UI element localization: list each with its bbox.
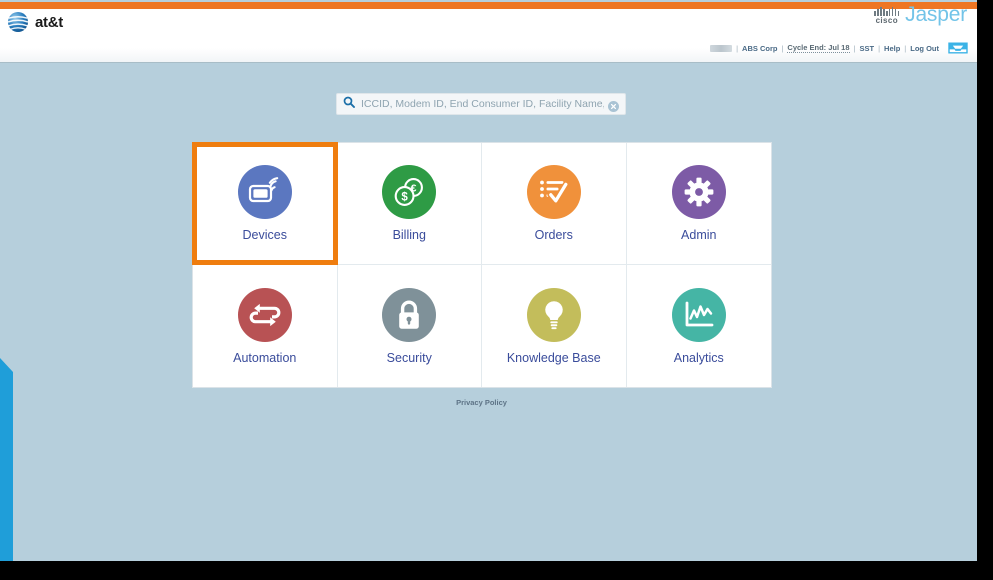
cisco-jasper-logo[interactable]: cisco Jasper: [874, 3, 967, 26]
nav-separator-3: |: [853, 43, 856, 53]
browser-page: at&t cisco Jasper | ABS Corp | Cycle End…: [0, 0, 977, 561]
search-icon: [343, 95, 355, 113]
att-wordmark: at&t: [35, 13, 63, 31]
nav-help-link[interactable]: Help: [884, 44, 900, 53]
tile-security[interactable]: Security: [337, 265, 482, 387]
tile-knowledge-base[interactable]: Knowledge Base: [482, 265, 627, 387]
att-logo[interactable]: at&t: [7, 11, 63, 33]
tile-label-billing: Billing: [392, 228, 426, 243]
page-header: [0, 9, 977, 63]
svg-text:$: $: [402, 192, 409, 204]
global-search-bar[interactable]: [336, 93, 626, 115]
tile-automation[interactable]: Automation: [193, 265, 338, 387]
inbox-tray-icon[interactable]: [947, 40, 969, 56]
tile-admin[interactable]: Admin: [626, 143, 771, 265]
tile-label-analytics: Analytics: [673, 350, 724, 365]
cisco-mark-icon: cisco: [874, 6, 900, 25]
jasper-wordmark: Jasper: [905, 3, 967, 26]
nav-logout-link[interactable]: Log Out: [910, 44, 939, 53]
nav-separator-2: |: [781, 43, 784, 53]
tile-orders[interactable]: Orders: [482, 143, 627, 265]
cisco-wordmark: cisco: [875, 15, 899, 25]
tile-label-admin: Admin: [681, 228, 717, 243]
nav-cycle-end[interactable]: Cycle End: Jul 18: [787, 43, 850, 53]
nav-sst-link[interactable]: SST: [859, 44, 874, 53]
tile-label-devices: Devices: [242, 228, 287, 243]
search-input[interactable]: [361, 98, 604, 110]
att-globe-icon: [7, 11, 29, 33]
tile-label-knowledge-base: Knowledge Base: [506, 350, 601, 365]
lightbulb-icon: [526, 287, 581, 342]
nav-separator-1: |: [736, 43, 739, 53]
clear-circle-icon[interactable]: [608, 99, 619, 112]
device-wireless-icon: [237, 165, 292, 220]
line-chart-icon: [671, 287, 726, 342]
tile-billing[interactable]: € $ Billing: [337, 143, 482, 265]
tile-label-orders: Orders: [534, 228, 573, 243]
padlock-icon: [382, 287, 437, 342]
nav-account-name[interactable]: ABS Corp: [742, 44, 777, 53]
cycle-arrows-icon: [237, 287, 292, 342]
tile-label-security: Security: [386, 350, 432, 365]
cisco-bars-icon: [874, 6, 900, 16]
coins-currency-icon: € $: [382, 165, 437, 220]
privacy-policy-link[interactable]: Privacy Policy: [0, 398, 963, 407]
nav-separator-4: |: [878, 43, 881, 53]
nav-separator-5: |: [904, 43, 907, 53]
top-accent-rule: [0, 2, 977, 9]
app-tile-grid: Devices € $ Billing Orders Admin Automat…: [192, 142, 772, 388]
tile-label-automation: Automation: [233, 350, 297, 365]
tile-devices[interactable]: Devices: [192, 142, 338, 265]
tile-analytics[interactable]: Analytics: [626, 265, 771, 387]
gear-icon: [671, 165, 726, 220]
checklist-check-icon: [526, 165, 581, 220]
utility-nav: | ABS Corp | Cycle End: Jul 18 | SST | H…: [710, 43, 939, 53]
username-redacted: [710, 44, 733, 52]
left-side-panel-flag[interactable]: [0, 358, 13, 561]
